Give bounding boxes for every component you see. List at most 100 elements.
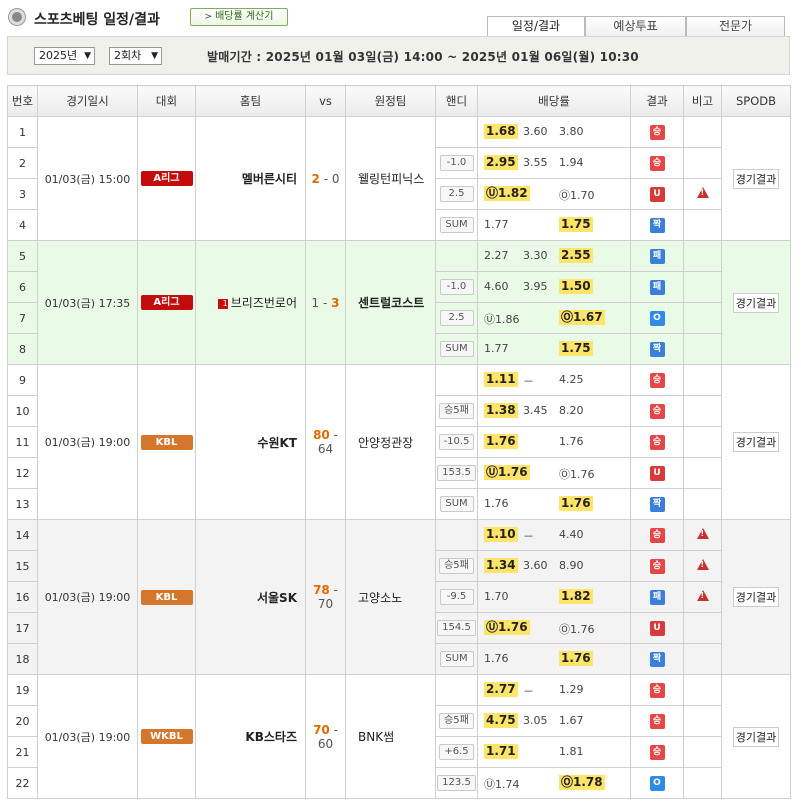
league-badge[interactable]: A리그 (140, 295, 193, 310)
result-badge: 승 (649, 714, 665, 729)
warning-icon[interactable] (696, 590, 709, 601)
result-cell: 승 (630, 147, 684, 179)
handicap-value: SUM (439, 217, 474, 233)
game-number: 2 (7, 147, 38, 179)
spodb-cell: 경기결과 (721, 116, 791, 241)
handicap-cell: SUM (435, 643, 478, 675)
warning-icon[interactable] (696, 528, 709, 539)
game-datetime: 01/03(금) 19:00 (37, 674, 138, 799)
away-team[interactable]: BNK썸 (358, 730, 394, 744)
odds-cell: 4.75 3.05 1.67 (477, 705, 631, 737)
game-result-link[interactable]: 경기결과 (732, 726, 780, 747)
home-team[interactable]: 멜버른시티 (242, 172, 297, 186)
odds-group: 1.76 1.76 (478, 427, 630, 457)
odds-group: Ⓤ1.86 Ⓞ1.67 (478, 303, 630, 333)
result-badge: 승 (649, 683, 665, 698)
league-badge[interactable]: WKBL (140, 729, 193, 744)
note-cell (683, 364, 722, 396)
game-number: 16 (7, 581, 38, 613)
away-team[interactable]: 센트럴코스트 (358, 296, 424, 310)
result-cell: 승 (630, 519, 684, 551)
odds-value: 3.05 (523, 714, 548, 727)
score-separator: - (329, 428, 338, 442)
odds-cell: 1.76 1.76 (477, 488, 631, 520)
year-select[interactable]: 2025년 ▼ (34, 47, 95, 65)
home-team[interactable]: 브리즈번로어 (231, 296, 297, 310)
handicap-value: 2.5 (439, 310, 474, 326)
away-score: 70 (317, 597, 334, 611)
odds-group: 2.27 3.30 2.55 (478, 241, 630, 271)
odds-cell: 1.68 3.60 3.80 (477, 116, 631, 148)
result-cell: 짝 (630, 333, 684, 365)
away-team[interactable]: 웰링턴피닉스 (358, 172, 424, 186)
odds-value: － (523, 685, 534, 698)
odds-value: 3.60 (523, 559, 548, 572)
league-badge[interactable]: KBL (140, 434, 193, 450)
game-number: 22 (7, 767, 38, 799)
result-badge: 패 (649, 280, 665, 295)
league-cell: WKBL (137, 674, 196, 799)
handicap-cell (435, 364, 478, 396)
result-badge: U (649, 621, 665, 636)
odds-value: 1.34 (484, 558, 518, 573)
handicap-value: +6.5 (439, 744, 474, 760)
score-cell: 1 - 3 (305, 240, 346, 365)
result-cell: 승 (630, 674, 684, 706)
home-team[interactable]: KB스타즈 (245, 730, 297, 744)
odds-cell: Ⓤ1.76 Ⓞ1.76 (477, 457, 631, 489)
note-cell (683, 395, 722, 427)
result-badge: 승 (649, 404, 665, 419)
away-team[interactable]: 안양정관장 (358, 436, 413, 450)
note-cell (683, 240, 722, 272)
game-number: 14 (7, 519, 38, 551)
league-cell: KBL (137, 364, 196, 520)
result-cell: 승 (630, 426, 684, 458)
game-result-link[interactable]: 경기결과 (732, 432, 780, 452)
warning-icon[interactable] (696, 187, 709, 198)
result-cell: 승 (630, 116, 684, 148)
game-number: 7 (7, 302, 38, 334)
note-cell (683, 147, 722, 179)
odds-value: 1.76 (559, 651, 593, 666)
game-number: 19 (7, 674, 38, 706)
home-team[interactable]: 서울SK (257, 591, 297, 605)
warning-icon[interactable] (696, 559, 709, 570)
tab-prediction-vote[interactable]: 예상투표 (585, 16, 686, 36)
away-team[interactable]: 고양소노 (358, 591, 402, 605)
odds-cell: 1.11 － 4.25 (477, 364, 631, 396)
odds-value: Ⓤ1.86 (484, 313, 520, 326)
handicap-value: -1.0 (439, 155, 474, 171)
odds-group: 1.11 － 4.25 (478, 365, 630, 395)
handicap-cell: SUM (435, 488, 478, 520)
home-team-cell: 수원KT (195, 364, 306, 520)
game-number: 4 (7, 209, 38, 241)
game-result-link[interactable]: 경기결과 (732, 292, 780, 313)
result-cell: 승 (630, 736, 684, 768)
handicap-value: SUM (439, 651, 474, 667)
result-cell: O (630, 767, 684, 799)
game-result-link[interactable]: 경기결과 (732, 587, 780, 607)
league-badge[interactable]: A리그 (140, 171, 193, 186)
league-badge[interactable]: KBL (140, 589, 193, 605)
home-score: 2 (311, 171, 320, 186)
note-cell (683, 736, 722, 768)
round-select[interactable]: 2회차 ▼ (109, 47, 162, 65)
result-cell: 패 (630, 271, 684, 303)
game-result-link[interactable]: 경기결과 (732, 168, 780, 189)
round-select-value: 2회차 (114, 49, 142, 62)
spodb-cell: 경기결과 (721, 519, 791, 675)
away-team-cell: 고양소노 (345, 519, 436, 675)
score-separator: - (329, 583, 338, 597)
game-number: 18 (7, 643, 38, 675)
header-league: 대회 (137, 85, 196, 117)
odds-group: 1.34 3.60 8.90 (478, 551, 630, 581)
odds-value: 8.90 (559, 559, 584, 572)
header-no: 번호 (7, 85, 38, 117)
odds-calculator-button[interactable]: > 배당률 계산기 (190, 8, 288, 26)
tab-expert[interactable]: 전문가 (686, 16, 785, 36)
handicap-cell (435, 116, 478, 148)
result-badge: 짝 (649, 218, 665, 233)
home-team[interactable]: 수원KT (257, 436, 297, 450)
tab-schedule-results[interactable]: 일정/결과 (487, 16, 585, 36)
odds-value: 4.60 (484, 280, 509, 293)
